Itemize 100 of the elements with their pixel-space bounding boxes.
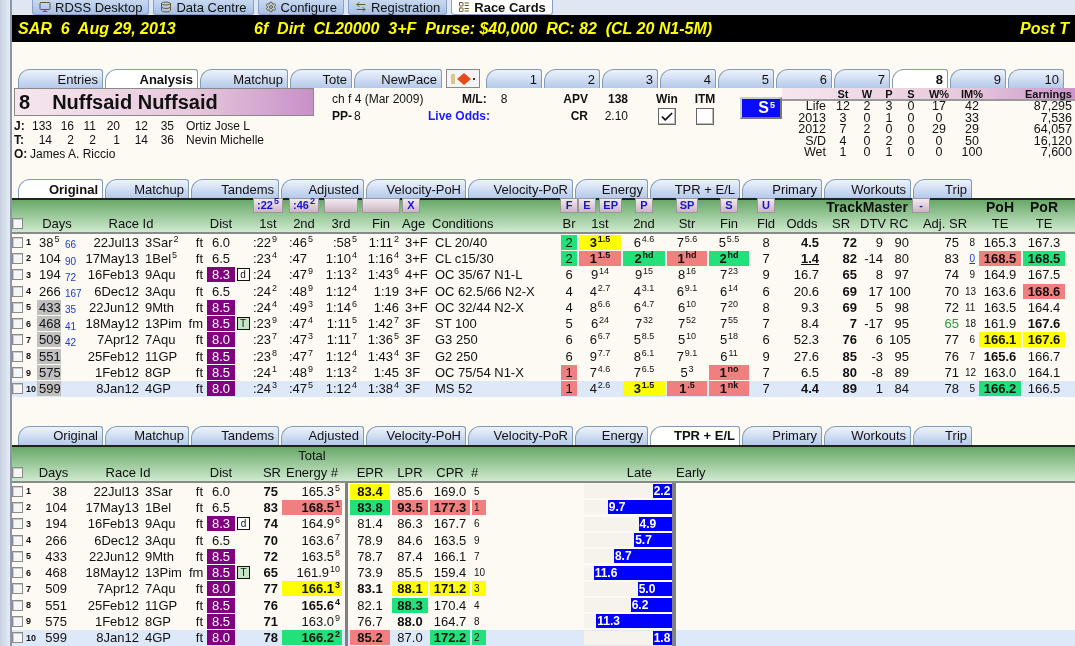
checkbox[interactable] [12,350,23,362]
table-row[interactable]: 6 468 18May12 13Pim fm 8.5 T 65 161.9$^{10}$ 73.9 85.5 159.4 10 11.6 [12,564,1075,581]
checkbox[interactable] [12,252,23,264]
checkbox[interactable] [12,301,23,313]
tab[interactable]: 4 [660,69,716,88]
table-row[interactable]: 8 551 25Feb12 11GP ft 8.5 76 165.6$^{4}$ 82.1 88.3 170.4 4 6.2 [12,597,1075,614]
table-row[interactable]: 4 266 167 6Dec12 3Aqu ft 6.5 :24$^{2}$ :48$^{9}$ 1:12$^{4}$ 1:19 3+F OC 62.5/66 N2-X 4 4$^{2.7}$ 4$^{3.1}$ 6$^{9.1}$ 6$^{14}$ 6 20.6 69 17 100 70 13 163.6 168.6 [12,282,1075,300]
tab[interactable]: 6 [776,69,832,88]
checkbox[interactable] [12,518,23,530]
checkbox[interactable] [658,108,676,125]
app-tab[interactable]: Data Centre [153,0,254,15]
tab[interactable]: Trip [913,179,972,198]
tab[interactable]: Adjusted [281,425,364,445]
checkbox[interactable] [12,236,23,248]
table-row[interactable]: 3 194 72 16Feb13 9Aqu ft 8.3 d :24 :47$^{9}$ 1:13$^{2}$ 1:43$^{6}$ 4+F OC 35/67 N1-L 6 9$^{14}$ 9$^{15}$ 8$^{16}$ 7$^{23}$ 9 16.7 65 8 97 74 9 164.9 167.5 [12,266,1075,283]
table-row[interactable]: 10 599 8Jan12 4GP ft 8.0 78 166.2$^{2}$ 85.2 87.0 172.2 2 1.8 [12,629,1075,646]
tab[interactable]: Energy [575,179,648,198]
tab[interactable]: Velocity-PoR [468,425,573,445]
tab[interactable]: Tote [290,69,352,88]
tab[interactable]: Tandems [191,425,279,445]
checkbox[interactable] [12,485,23,497]
tab[interactable]: 10 [1008,69,1064,88]
checkbox[interactable] [12,367,23,378]
filter-button[interactable]: :22$^{5}$ [253,198,283,213]
diamond-button[interactable] [446,69,480,88]
checkbox[interactable] [12,285,23,297]
checkbox[interactable] [12,501,23,513]
rank-link[interactable]: 0 [963,250,977,266]
table-row[interactable]: 9 575 1Feb12 8GP ft 8.5 :24$^{1}$ :48$^{9}$ 1:13$^{2}$ 1:45 3F OC 75/54 N1-X 1 7$^{4.6}$ 7$^{6.5}$ 5$^{3}$ 1$^{no}$ 7 6.5 80 -8 89 71 12 163.0 164.1 [12,364,1075,381]
checkbox[interactable] [12,616,23,627]
filter-button[interactable]: S [720,198,738,213]
tab[interactable]: Analysis [105,69,198,88]
tab[interactable]: Velocity-PoH [366,425,466,445]
app-tab[interactable]: Race Cards [451,0,553,15]
tab[interactable]: Adjusted [281,179,364,198]
table-row[interactable]: 9 575 1Feb12 8GP ft 8.5 71 163.0$^{9}$ 76.7 88.0 164.7 8 11.3 [12,613,1075,630]
tab[interactable]: NewPace [354,69,442,88]
tab[interactable]: Original [18,425,103,445]
table-row[interactable]: 1 38 22Jul13 3Sar ft 6.0 75 165.3$^{5}$ 83.4 85.6 169.0 5 2.2 [12,482,1075,500]
tab[interactable]: Workouts [824,179,911,198]
checkbox[interactable] [12,334,23,346]
table-row[interactable]: 2 104 90 17May13 1Bel$^{5}$ ft 6.5 :23$^{4}$ :47 1:10$^{4}$ 1:16$^{4}$ 3+F CL c15/30 2 1$^{1.5}$ 2$^{hd}$ 1$^{hd}$ 2$^{hd}$ 7 1.4 82 -14 80 83 0 168.5 168.5 [12,250,1075,267]
rating-button[interactable]: S$^{5}$ [740,97,782,119]
filter-button[interactable]: X [402,198,420,213]
tab[interactable]: Velocity-PoH [366,179,466,198]
table-row[interactable]: 3 194 16Feb13 9Aqu ft 8.3 d 74 164.9$^{6}$ 81.4 86.3 167.7 6 4.9 [12,515,1075,532]
table-row[interactable]: 4 266 6Dec12 3Aqu ft 6.5 70 163.6$^{7}$ 78.9 84.6 163.5 9 5.7 [12,531,1075,549]
tab[interactable]: Matchup [105,179,189,198]
tab[interactable]: 7 [834,69,890,88]
tab[interactable]: Workouts [824,425,911,445]
app-tab[interactable]: RDSS Desktop [32,0,150,15]
filter-button[interactable]: P [635,198,653,213]
app-tab[interactable]: Registration [347,0,448,15]
checkbox[interactable] [12,218,23,229]
table-row[interactable]: 7 509 42 7Apr12 7Aqu ft 8.0 :23$^{7}$ :47$^{3}$ 1:11$^{7}$ 1:36$^{5}$ 3F G3 250 6 6$^{6.7}$ 5$^{8.5}$ 5$^{10}$ 5$^{18}$ 6 52.3 76 6 105 77 6 166.1 167.6 [12,331,1075,349]
table-row[interactable]: 8 551 25Feb12 11GP ft 8.5 :23$^{8}$ :47$^{7}$ 1:12$^{4}$ 1:43$^{4}$ 3F G2 250 6 9$^{7.7}$ 8$^{6.1}$ 7$^{9.1}$ 6$^{11}$ 9 27.6 85 -3 95 76 7 165.6 166.7 [12,348,1075,365]
checkbox[interactable] [12,534,23,546]
blank-button[interactable] [362,198,400,213]
tab[interactable]: TPR + E/L [650,179,740,198]
tab[interactable]: Original [18,179,103,198]
tab[interactable]: Matchup [200,69,288,88]
tab[interactable]: Trip [913,425,972,445]
tab[interactable]: Velocity-PoR [468,179,573,198]
table-row[interactable]: 10 599 8Jan12 4GP ft 8.0 :24$^{3}$ :47$^{5}$ 1:12$^{4}$ 1:38$^{4}$ 3F MS 52 1 4$^{2.6}$ 3$^{1.5}$ 1$^{.5}$ 1$^{nk}$ 7 4.4 89 1 84 78 5 166.2 166.5 [12,380,1075,397]
tab[interactable]: Tandems [191,179,279,198]
checkbox[interactable] [696,108,714,125]
table-row[interactable]: 7 509 7Apr12 7Aqu ft 8.0 77 166.1$^{3}$ 83.1 88.1 171.2 3 5.0 [12,580,1075,598]
tab[interactable]: TPR + E/L [650,425,740,445]
checkbox[interactable] [12,599,23,611]
checkbox[interactable] [12,632,23,644]
checkbox[interactable] [12,383,23,395]
tab[interactable]: Entries [18,69,103,88]
filter-button[interactable]: U [757,198,775,213]
table-row[interactable]: 2 104 17May13 1Bel ft 6.5 83 168.5$^{1}$ 83.8 93.5 177.3 1 9.7 [12,499,1075,516]
filter-button[interactable]: - [912,198,930,213]
checkbox[interactable] [12,318,23,330]
tab[interactable]: 9 [950,69,1006,88]
tab[interactable]: Energy [575,425,648,445]
tab[interactable]: 5 [718,69,774,88]
filter-button[interactable]: SP [675,198,699,213]
filter-button[interactable]: F [560,198,578,213]
tab[interactable]: 1 [486,69,542,88]
table-row[interactable]: 6 468 41 18May12 13Pim fm 8.5 T :23$^{9}$ :47$^{4}$ 1:11$^{5}$ 1:42$^{7}$ 3F ST 100 5 6$^{24}$ 7$^{32}$ 7$^{52}$ 7$^{55}$ 7 8.4 7 -17 95 65 18 161.9 167.6 [12,315,1075,332]
table-row[interactable]: 5 433 35 22Jun12 9Mth ft 8.5 :24$^{4}$ :49$^{3}$ 1:14$^{6}$ 1:46 3+F OC 32/44 N2-X 4 8$^{6.6}$ 6$^{4.7}$ 6$^{10}$ 7$^{20}$ 8 9.3 69 5 98 72 11 163.5 164.4 [12,299,1075,316]
table-row[interactable]: 5 433 22Jun12 9Mth ft 8.5 72 163.5$^{8}$ 78.7 87.4 166.1 7 8.7 [12,548,1075,565]
tab[interactable]: Primary [742,425,822,445]
blank-button[interactable] [323,198,359,213]
tab[interactable]: 3 [602,69,658,88]
table-row[interactable]: 1 38$^{5}$ 66 22Jul13 3Sar$^{2}$ ft 6.0 :22$^{9}$ :46$^{5}$ :58$^{5}$ 1:11$^{2}$ 3+F CL 20/40 2 3$^{1.5}$ 6$^{4.6}$ 7$^{5.6}$ 5$^{5.5}$ 8 4.5 72 9 90 75 8 165.3 167.3 [12,234,1075,251]
tab[interactable]: Primary [742,179,822,198]
filter-button[interactable]: EP [599,198,622,213]
filter-button[interactable]: E [578,198,596,213]
checkbox[interactable] [12,550,23,562]
checkbox[interactable] [12,567,23,579]
checkbox[interactable] [12,466,23,478]
filter-button[interactable]: :46$^{2}$ [289,198,319,213]
tab[interactable]: 8 [892,69,948,88]
checkbox[interactable] [12,583,23,595]
checkbox[interactable] [12,269,23,281]
tab[interactable]: Matchup [105,425,189,445]
